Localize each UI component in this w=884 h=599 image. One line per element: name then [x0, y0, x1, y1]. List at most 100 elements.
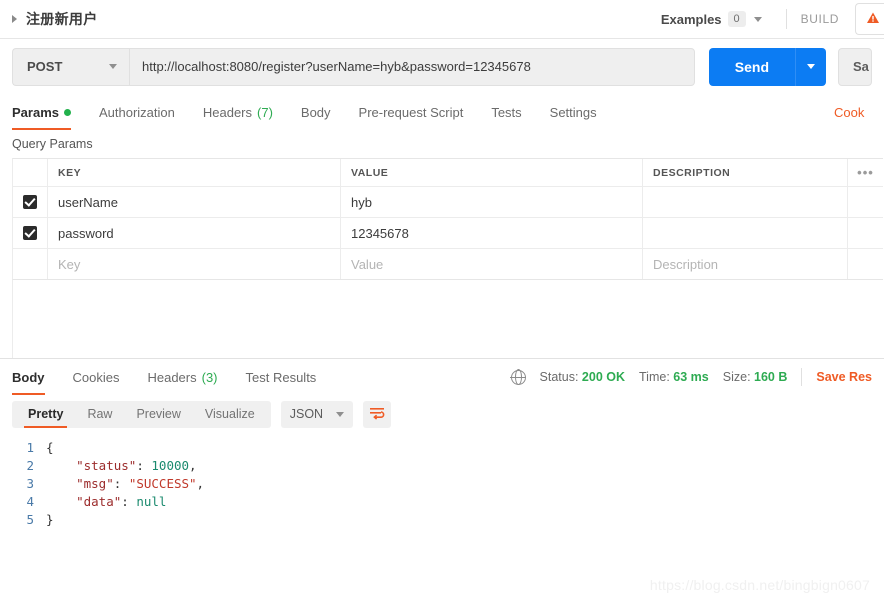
code-token: : [113, 476, 129, 491]
tab-params-label: Params [12, 104, 59, 120]
row-value-empty[interactable]: Value [341, 249, 643, 279]
triangle-right-icon[interactable] [12, 15, 17, 23]
orange-alert-icon [866, 11, 880, 28]
alert-button[interactable] [855, 3, 884, 35]
checkbox-checked-icon [23, 195, 37, 209]
table-row[interactable]: password 12345678 [13, 218, 883, 249]
row-description-0[interactable] [643, 187, 848, 217]
table-header-row: KEY VALUE DESCRIPTION ••• [13, 159, 883, 187]
chevron-down-icon[interactable] [109, 64, 117, 69]
send-button[interactable]: Send [708, 47, 795, 86]
size-label: Size: [722, 370, 751, 384]
tab-authorization[interactable]: Authorization [99, 94, 189, 130]
response-tab-test-results[interactable]: Test Results [246, 359, 331, 395]
request-tabs: Params Authorization Headers (7) Body Pr… [0, 94, 884, 130]
response-tab-body[interactable]: Body [12, 359, 59, 395]
send-options-button[interactable] [795, 47, 826, 86]
response-view-switcher: Pretty Raw Preview Visualize [12, 400, 271, 428]
tab-headers[interactable]: Headers (7) [203, 94, 287, 130]
response-tab-headers-count: (3) [201, 369, 218, 385]
examples-dropdown[interactable]: Examples 0 [661, 11, 772, 27]
code-line-text: { [46, 439, 54, 457]
query-params-title: Query Params [12, 137, 93, 151]
globe-icon[interactable] [510, 369, 526, 385]
tab-headers-count: (7) [257, 104, 273, 120]
url-bar: POST http://localhost:8080/register?user… [0, 39, 884, 94]
row-value-0[interactable]: hyb [341, 187, 643, 217]
response-tab-body-label: Body [12, 369, 45, 385]
status-value: 200 OK [581, 370, 626, 384]
tab-settings[interactable]: Settings [550, 94, 611, 130]
response-tab-cookies-label: Cookies [72, 369, 120, 385]
view-preview[interactable]: Preview [124, 401, 192, 428]
row-description-1[interactable] [643, 218, 848, 248]
tab-tests[interactable]: Tests [491, 94, 535, 130]
row-checkbox-1[interactable] [13, 218, 48, 248]
row-options-1[interactable] [848, 218, 883, 248]
table-row[interactable]: userName hyb [13, 187, 883, 218]
request-title-bar: 注册新用户 Examples 0 BUILD [0, 0, 884, 39]
http-method-select[interactable]: POST [12, 47, 129, 86]
row-key-0[interactable]: userName [48, 187, 341, 217]
wrap-lines-button[interactable] [362, 400, 391, 428]
response-tabs-bar: Body Cookies Headers (3) Test Results St… [0, 359, 884, 395]
build-button[interactable]: BUILD [801, 12, 855, 26]
send-button-group: Send [708, 47, 826, 86]
response-tab-headers-label: Headers [147, 369, 197, 385]
view-visualize[interactable]: Visualize [193, 401, 267, 428]
row-value-1[interactable]: 12345678 [341, 218, 643, 248]
code-line: 1 { [0, 439, 884, 457]
row-key-empty[interactable]: Key [48, 249, 341, 279]
request-name-group[interactable]: 注册新用户 [12, 9, 98, 29]
chevron-down-icon [807, 64, 815, 69]
code-line-text: "data": null [46, 493, 166, 511]
row-checkbox-0[interactable] [13, 187, 48, 217]
code-line: 5 } [0, 511, 884, 529]
query-params-blank-area [12, 280, 883, 358]
code-token: "status" [76, 458, 137, 473]
tab-params[interactable]: Params [12, 94, 85, 130]
response-format-value: JSON [289, 407, 324, 421]
row-options-0[interactable] [848, 187, 883, 217]
row-key-1[interactable]: password [48, 218, 341, 248]
code-token: , [189, 458, 197, 473]
response-body-code[interactable]: 1 { 2 "status": 10000, 3 "msg": "SUCCESS… [0, 433, 884, 529]
view-pretty[interactable]: Pretty [16, 401, 75, 428]
row-options-empty[interactable] [848, 249, 883, 279]
line-number: 1 [26, 440, 34, 455]
save-request-button[interactable]: Sa [838, 47, 872, 86]
code-token: : [136, 458, 152, 473]
chevron-down-icon [335, 411, 344, 417]
code-line: 2 "status": 10000, [0, 457, 884, 475]
tab-tests-label: Tests [491, 104, 522, 120]
topbar-divider [785, 9, 787, 29]
code-line-text: "msg": "SUCCESS", [46, 475, 204, 493]
response-body-toolbar: Pretty Raw Preview Visualize JSON [0, 395, 884, 433]
save-response-button[interactable]: Save Res [816, 370, 872, 384]
code-token: "SUCCESS" [128, 476, 197, 491]
tab-body-label: Body [300, 104, 331, 120]
response-tab-cookies[interactable]: Cookies [73, 359, 134, 395]
examples-count-badge: 0 [727, 11, 746, 27]
code-token: null [136, 494, 167, 509]
chevron-down-icon[interactable] [753, 16, 762, 22]
header-cell-value: VALUE [341, 159, 643, 186]
url-input[interactable]: http://localhost:8080/register?userName=… [129, 47, 695, 86]
view-raw[interactable]: Raw [75, 401, 124, 428]
tab-pre-request-script[interactable]: Pre-request Script [359, 94, 478, 130]
row-checkbox-empty[interactable] [13, 249, 48, 279]
cookies-link[interactable]: Cook [834, 94, 872, 130]
table-options-button[interactable]: ••• [848, 159, 883, 186]
line-number: 5 [26, 512, 34, 527]
row-description-empty[interactable]: Description [643, 249, 848, 279]
tab-body[interactable]: Body [301, 94, 345, 130]
examples-label: Examples [660, 11, 722, 27]
topbar-right-group: Examples 0 BUILD [661, 0, 884, 38]
tab-pre-request-script-label: Pre-request Script [358, 104, 464, 120]
code-line-text: "status": 10000, [46, 457, 197, 475]
response-tab-headers[interactable]: Headers (3) [147, 359, 231, 395]
table-row-empty[interactable]: Key Value Description [13, 249, 883, 279]
tab-settings-label: Settings [549, 104, 597, 120]
response-format-select[interactable]: JSON [280, 400, 353, 428]
